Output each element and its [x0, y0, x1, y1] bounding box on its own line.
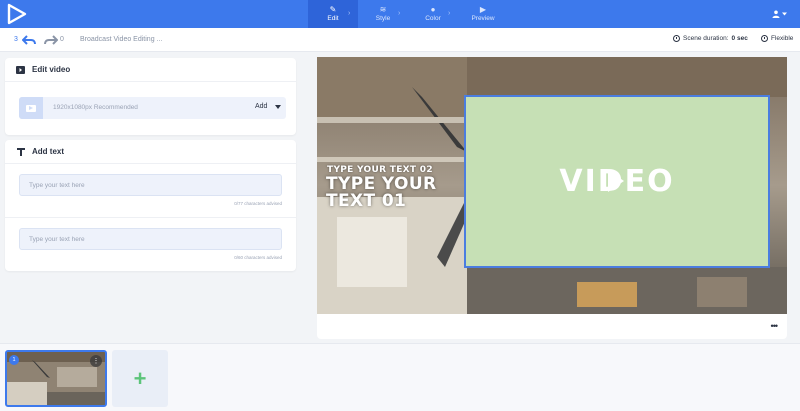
step-style[interactable]: ≋ Style — [358, 0, 408, 28]
scene-number-badge: 1 — [9, 355, 19, 365]
project-title[interactable]: Broadcast Video Editing ... — [80, 36, 162, 43]
undo-count: 3 — [14, 36, 18, 43]
user-menu-button[interactable] — [772, 7, 792, 21]
text-icon — [16, 147, 25, 156]
clock-icon — [761, 35, 768, 42]
add-scene-button[interactable]: + — [112, 350, 168, 407]
step-color-label: Color — [425, 15, 441, 22]
plus-icon: + — [133, 365, 147, 391]
step-edit-label: Edit — [327, 15, 339, 22]
clock-icon — [673, 35, 680, 42]
step-preview-label: Preview — [471, 15, 495, 22]
add-text-header: Add text — [5, 140, 296, 164]
video-upload-row[interactable]: 1920x1080px Recommended Add — [19, 97, 286, 119]
scene-duration-value: 0 sec — [731, 35, 748, 42]
video-icon — [16, 65, 25, 74]
wizard-steps: ✎ Edit ≋ Style ● Color ▶ Preview — [308, 0, 508, 28]
edit-video-title: Edit video — [32, 65, 71, 74]
text-field-1[interactable] — [19, 174, 282, 196]
text-field-2-counter: 0/60 characters advised — [234, 255, 282, 260]
chevron-right-icon: › — [398, 10, 401, 17]
video-size-hint: 1920x1080px Recommended — [53, 104, 138, 111]
chevron-down-icon — [782, 12, 787, 16]
add-video-label: Add — [255, 103, 268, 110]
pencil-icon: ✎ — [329, 5, 337, 14]
divider — [5, 217, 296, 218]
chevron-right-icon: › — [448, 10, 451, 17]
add-text-title: Add text — [32, 147, 64, 156]
flexible-label: Flexible — [771, 35, 794, 42]
step-style-label: Style — [375, 15, 391, 22]
layers-icon: ≋ — [379, 5, 387, 14]
redo-count: 0 — [60, 36, 64, 43]
app-logo[interactable] — [6, 3, 28, 25]
scene-duration-label: Scene duration: — [683, 35, 729, 42]
undo-icon[interactable] — [22, 34, 36, 46]
chevron-right-icon: › — [348, 10, 351, 17]
editor-toolbar: 3 0 Broadcast Video Editing ... Scene du… — [0, 28, 800, 52]
scene-timeline: 1 ⋮ + — [0, 343, 800, 411]
flexible-toggle[interactable]: Flexible — [761, 35, 793, 42]
edit-video-panel: Edit video 1920x1080px Recommended Add — [5, 58, 296, 135]
scene-duration[interactable]: Scene duration: 0 sec — [673, 35, 748, 42]
video-placeholder-area[interactable]: VIDEO — [464, 95, 770, 268]
step-color[interactable]: ● Color — [408, 0, 458, 28]
scene-preview[interactable]: TYPE YOUR TEXT 02 TYPE YOUR TEXT 01 VIDE… — [317, 57, 787, 314]
redo-icon[interactable] — [44, 34, 58, 46]
text-field-2[interactable] — [19, 228, 282, 250]
video-placeholder-icon — [19, 97, 43, 119]
more-options-icon[interactable]: ••• — [771, 322, 779, 331]
play-icon — [608, 170, 624, 192]
palette-icon: ● — [430, 5, 436, 14]
edit-video-header: Edit video — [5, 58, 296, 82]
add-text-panel: Add text 0/77 characters advised 0/60 ch… — [5, 140, 296, 271]
play-icon: ▶ — [479, 5, 487, 14]
caret-down-icon — [275, 104, 282, 109]
text-layer-1[interactable]: TYPE YOUR TEXT 01 — [326, 176, 466, 210]
step-preview[interactable]: ▶ Preview — [458, 0, 508, 28]
preview-footer: ••• — [317, 314, 787, 339]
top-navigation-bar: ✎ Edit ≋ Style ● Color ▶ Preview › › › — [0, 0, 800, 28]
add-video-button[interactable]: Add — [255, 103, 282, 110]
user-icon — [772, 10, 780, 18]
scene-thumbnail[interactable]: 1 ⋮ — [5, 350, 107, 407]
scene-menu-icon[interactable]: ⋮ — [90, 355, 102, 367]
text-field-1-counter: 0/77 characters advised — [234, 201, 282, 206]
step-edit[interactable]: ✎ Edit — [308, 0, 358, 28]
